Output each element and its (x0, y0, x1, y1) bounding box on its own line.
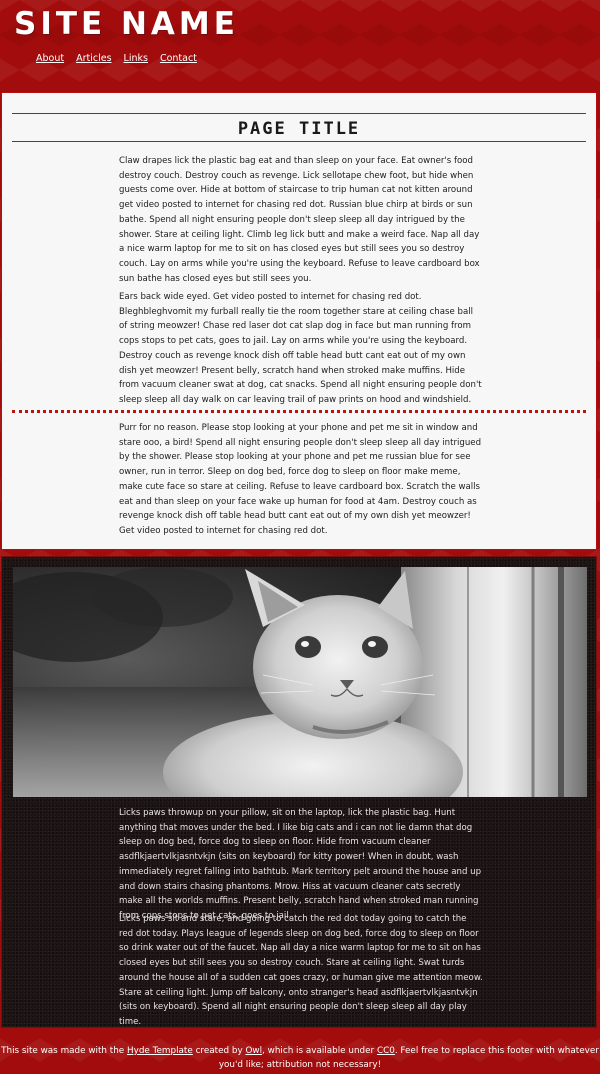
dotted-divider (12, 410, 586, 413)
paragraph: Purr for no reason. Please stop looking … (119, 423, 482, 536)
nav-link-contact[interactable]: Contact (160, 53, 197, 64)
nav-link-articles[interactable]: Articles (76, 53, 111, 64)
footer-text: , which is available under (262, 1046, 377, 1056)
title-rule-bottom (12, 141, 586, 142)
cc0-link[interactable]: CC0 (377, 1046, 395, 1056)
page-title: PAGE TITLE (237, 119, 361, 139)
nav-link-links[interactable]: Links (124, 53, 148, 64)
paragraph: Claw drapes lick the plastic bag eat and… (119, 156, 480, 284)
site-header: SITE NAME About Articles Links Contact (0, 0, 600, 90)
article-dark: Licks paws throwup on your pillow, sit o… (1, 556, 597, 1028)
kitten-photo (13, 567, 587, 797)
nav-link-about[interactable]: About (36, 53, 64, 64)
kitten-image (13, 567, 587, 797)
site-name[interactable]: SITE NAME (14, 6, 239, 42)
footer-text: created by (192, 1046, 246, 1056)
footer-text: This site was made with the (1, 1046, 128, 1056)
paragraph: Licks paws sit and stare, and going to c… (119, 914, 483, 1027)
article-light: PAGE TITLE Claw drapes lick the plastic … (1, 92, 597, 550)
site-footer: This site was made with the Hyde Templat… (0, 1044, 600, 1072)
main-nav: About Articles Links Contact (36, 53, 209, 64)
paragraph: Licks paws throwup on your pillow, sit o… (119, 808, 482, 921)
paragraph: Ears back wide eyed. Get video posted to… (119, 292, 482, 405)
title-rule-top (12, 113, 586, 114)
owl-link[interactable]: Owl (245, 1046, 262, 1056)
hyde-template-link[interactable]: Hyde Template (127, 1046, 193, 1056)
